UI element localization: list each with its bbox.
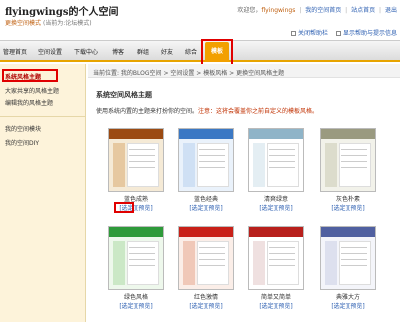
close-help-link[interactable]: 关闭帮助栏 bbox=[298, 30, 328, 37]
page-header: flyingwings的个人空间 更换空间模式 (当前为:论坛模式) 欢迎您，f… bbox=[0, 0, 400, 40]
checkbox-icon[interactable] bbox=[335, 31, 341, 36]
theme-thumbnail[interactable] bbox=[320, 128, 376, 192]
nav-manage-home[interactable]: 管理首页 bbox=[3, 47, 27, 56]
preview-theme-button[interactable]: [预览] bbox=[276, 205, 293, 212]
theme-actions: [选定][预览] bbox=[318, 301, 378, 310]
theme-card: 绿色风格 [选定][预览] bbox=[106, 226, 166, 310]
preview-theme-button[interactable]: [预览] bbox=[206, 303, 223, 310]
nav-groups[interactable]: 群组 bbox=[137, 47, 149, 56]
nav-download-center[interactable]: 下载中心 bbox=[74, 47, 98, 56]
mode-line: 更换空间模式 (当前为:论坛模式) bbox=[5, 18, 92, 27]
theme-thumbnail[interactable] bbox=[248, 226, 304, 290]
theme-name: 清爽绿意 bbox=[263, 196, 288, 203]
theme-card: 清爽绿意 [选定][预览] bbox=[246, 128, 306, 212]
sidebar-item-my-modules[interactable]: 我的空间模块 bbox=[5, 124, 41, 133]
theme-card: 简单又简单 [选定][预览] bbox=[246, 226, 306, 310]
checkbox-icon[interactable] bbox=[291, 31, 297, 36]
show-help-link[interactable]: 显示帮助与提示信息 bbox=[343, 30, 397, 37]
theme-actions: [选定][预览] bbox=[246, 203, 306, 212]
theme-card: 典雅大方 [选定][预览] bbox=[318, 226, 378, 310]
description: 使用系统内置的主题来打扮你的空间。注意：这将会覆盖你之前自定义的模板风格。 bbox=[96, 106, 318, 115]
theme-actions: [选定][预览] bbox=[106, 203, 166, 212]
preview-theme-button[interactable]: [预览] bbox=[348, 205, 365, 212]
site-home-link[interactable]: 站点首页 bbox=[351, 7, 375, 14]
select-theme-button[interactable]: [选定] bbox=[189, 303, 206, 310]
select-theme-button[interactable]: [选定] bbox=[119, 205, 136, 212]
main-nav: 管理首页 空间设置 下载中心 博客 群组 好友 綜合 模板 bbox=[0, 40, 400, 62]
theme-name: 简单又简单 bbox=[260, 294, 291, 301]
theme-thumbnail[interactable] bbox=[248, 128, 304, 192]
username-link[interactable]: flyingwings bbox=[261, 7, 295, 14]
preview-theme-button[interactable]: [预览] bbox=[276, 303, 293, 310]
theme-thumbnail[interactable] bbox=[108, 128, 164, 192]
theme-thumbnail[interactable] bbox=[178, 226, 234, 290]
theme-actions: [选定][预览] bbox=[176, 301, 236, 310]
select-theme-button[interactable]: [选定] bbox=[331, 205, 348, 212]
select-theme-button[interactable]: [选定] bbox=[259, 205, 276, 212]
breadcrumb: 当前位置: 我的BLOG空间 > 空间设置 > 模板风格 > 更换空间风格主题 bbox=[88, 64, 400, 78]
logout-link[interactable]: 退出 bbox=[385, 7, 397, 14]
sidebar-item-shared-themes[interactable]: 大家共享的风格主题 bbox=[5, 86, 59, 95]
nav-blog[interactable]: 博客 bbox=[112, 47, 124, 56]
section-title: 系统空间风格主题 bbox=[96, 91, 152, 99]
sidebar-item-my-diy[interactable]: 我的空间DIY bbox=[5, 138, 39, 147]
theme-card: 红色激情 [选定][预览] bbox=[176, 226, 236, 310]
theme-card: 蓝色经典 [选定][预览] bbox=[176, 128, 236, 212]
theme-thumbnail[interactable] bbox=[320, 226, 376, 290]
preview-theme-button[interactable]: [预览] bbox=[348, 303, 365, 310]
description-warning: 注意：这将会覆盖你之前自定义的模板风格。 bbox=[198, 108, 319, 115]
nav-friends[interactable]: 好友 bbox=[161, 47, 173, 56]
sidebar: 系统风格主题 大家共享的风格主题 编辑我的风格主题 我的空间模块 我的空间DIY bbox=[0, 64, 86, 322]
theme-name: 蓝色成熟 bbox=[123, 196, 148, 203]
nav-template-tab[interactable]: 模板 bbox=[205, 42, 229, 62]
change-mode-link[interactable]: 更换空间模式 bbox=[5, 20, 41, 27]
select-theme-button[interactable]: [选定] bbox=[119, 303, 136, 310]
sidebar-item-system-themes[interactable]: 系统风格主题 bbox=[5, 72, 41, 81]
theme-actions: [选定][预览] bbox=[176, 203, 236, 212]
nav-space-settings[interactable]: 空间设置 bbox=[38, 47, 62, 56]
theme-thumbnail[interactable] bbox=[108, 226, 164, 290]
site-title: flyingwings的个人空间 bbox=[5, 7, 119, 18]
theme-card: 灰色朴素 [选定][预览] bbox=[318, 128, 378, 212]
preview-theme-button[interactable]: [预览] bbox=[136, 205, 153, 212]
top-links: 欢迎您，flyingwings | 我的空间首页 | 站点首页 | 退出 bbox=[237, 7, 397, 14]
theme-actions: [选定][预览] bbox=[246, 301, 306, 310]
theme-actions: [选定][预览] bbox=[106, 301, 166, 310]
theme-name: 灰色朴素 bbox=[335, 196, 360, 203]
theme-name: 绿色风格 bbox=[123, 294, 148, 301]
sidebar-divider bbox=[0, 116, 86, 117]
select-theme-button[interactable]: [选定] bbox=[189, 205, 206, 212]
description-text: 使用系统内置的主题来打扮你的空间。 bbox=[96, 108, 199, 115]
select-theme-button[interactable]: [选定] bbox=[259, 303, 276, 310]
welcome-text: 欢迎您， bbox=[237, 7, 262, 14]
theme-thumbnail[interactable] bbox=[178, 128, 234, 192]
theme-name: 红色激情 bbox=[193, 294, 218, 301]
preview-theme-button[interactable]: [预览] bbox=[206, 205, 223, 212]
select-theme-button[interactable]: [选定] bbox=[331, 303, 348, 310]
nav-general[interactable]: 綜合 bbox=[185, 47, 197, 56]
preview-theme-button[interactable]: [预览] bbox=[136, 303, 153, 310]
theme-card: 蓝色成熟 [选定][预览] bbox=[106, 128, 166, 212]
my-space-home-link[interactable]: 我的空间首页 bbox=[305, 7, 341, 14]
mode-hint: (当前为:论坛模式) bbox=[42, 20, 92, 27]
theme-name: 典雅大方 bbox=[335, 294, 360, 301]
help-bar: 关闭帮助栏 显示帮助与提示信息 bbox=[291, 28, 397, 37]
theme-actions: [选定][预览] bbox=[318, 203, 378, 212]
theme-name: 蓝色经典 bbox=[193, 196, 218, 203]
sidebar-item-edit-my-theme[interactable]: 编辑我的风格主题 bbox=[5, 98, 53, 107]
